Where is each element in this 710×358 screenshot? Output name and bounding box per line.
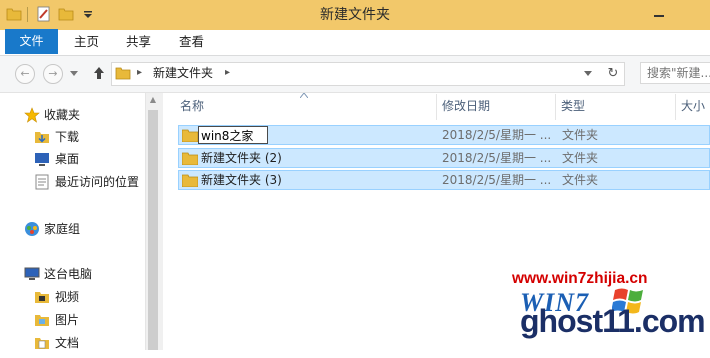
sidebar-item-label: 最近访问的位置: [55, 175, 140, 189]
recent-places-icon: [34, 174, 50, 190]
sort-ascending-icon: [300, 93, 308, 98]
sidebar-item[interactable]: 桌面: [0, 148, 145, 170]
sidebar-item[interactable]: 这台电脑: [0, 263, 145, 285]
ribbon: [0, 30, 710, 56]
column-divider[interactable]: [555, 94, 556, 120]
sidebar-item[interactable]: 最近访问的位置: [0, 171, 145, 193]
pictures-folder-icon: [34, 312, 50, 328]
breadcrumb-chevron-icon[interactable]: ▸: [137, 62, 142, 84]
tab-home[interactable]: 主页: [74, 30, 99, 54]
computer-icon: [24, 266, 40, 282]
rename-input[interactable]: [198, 126, 268, 144]
up-arrow-icon[interactable]: [92, 66, 106, 80]
forward-arrow-icon[interactable]: →: [43, 64, 63, 84]
folder-icon: [182, 174, 198, 187]
homegroup-icon: [24, 221, 40, 237]
file-modified: 2018/2/5/星期一 ...: [442, 151, 552, 165]
sidebar-item-label: 桌面: [55, 152, 80, 166]
download-folder-icon: [34, 129, 50, 145]
sidebar-item-label: 家庭组: [44, 222, 81, 236]
scroll-up-arrow-icon[interactable]: ▲: [148, 95, 158, 105]
recent-locations-dropdown-icon[interactable]: [70, 71, 78, 77]
back-arrow-icon[interactable]: ←: [15, 64, 35, 84]
watermark-site: ghost11.com: [520, 303, 706, 339]
file-name[interactable]: 新建文件夹 (3): [201, 170, 282, 190]
search-input[interactable]: [640, 62, 710, 84]
column-divider[interactable]: [436, 94, 437, 120]
tab-view[interactable]: 查看: [179, 30, 204, 54]
sidebar-item-label: 文档: [55, 336, 80, 350]
sidebar-item-label: 下载: [55, 130, 80, 144]
sidebar-item[interactable]: 家庭组: [0, 218, 145, 240]
scrollbar-thumb[interactable]: [148, 110, 158, 350]
desktop-icon: [34, 151, 50, 167]
file-name[interactable]: 新建文件夹 (2): [201, 148, 282, 168]
file-type: 文件夹: [562, 128, 599, 142]
file-modified: 2018/2/5/星期一 ...: [442, 173, 552, 187]
tab-share[interactable]: 共享: [126, 30, 151, 54]
sidebar-item-label: 视频: [55, 290, 80, 304]
folder-icon: [115, 67, 131, 80]
star-icon: [24, 107, 40, 123]
folder-icon: [182, 129, 198, 142]
refresh-icon[interactable]: ↻: [602, 62, 625, 86]
column-header-type[interactable]: 类型: [561, 96, 585, 116]
file-type: 文件夹: [562, 151, 599, 165]
sidebar-item[interactable]: 视频: [0, 286, 145, 308]
breadcrumb-current-folder[interactable]: 新建文件夹: [153, 62, 213, 84]
sidebar-item[interactable]: 下载: [0, 126, 145, 148]
breadcrumb-chevron-icon[interactable]: ▸: [225, 62, 230, 84]
sidebar-item-label: 图片: [55, 313, 80, 327]
documents-folder-icon: [34, 335, 50, 351]
videos-folder-icon: [34, 289, 50, 305]
window-title: 新建文件夹: [320, 7, 390, 23]
sidebar-item-label: 这台电脑: [44, 267, 93, 281]
address-history-dropdown-icon[interactable]: [584, 71, 592, 77]
minimize-button[interactable]: [648, 4, 670, 24]
sidebar-item[interactable]: 文档: [0, 332, 145, 354]
sidebar-item[interactable]: 图片: [0, 309, 145, 331]
column-header-size[interactable]: 大小: [681, 96, 705, 116]
sidebar-item[interactable]: 收藏夹: [0, 104, 145, 126]
column-header-modified[interactable]: 修改日期: [442, 96, 490, 116]
sidebar-item-label: 收藏夹: [44, 108, 81, 122]
folder-icon: [182, 152, 198, 165]
column-header-name[interactable]: 名称: [180, 96, 204, 116]
column-divider[interactable]: [675, 94, 676, 120]
file-type: 文件夹: [562, 173, 599, 187]
file-modified: 2018/2/5/星期一 ...: [442, 128, 552, 142]
tab-file[interactable]: 文件: [5, 29, 58, 54]
